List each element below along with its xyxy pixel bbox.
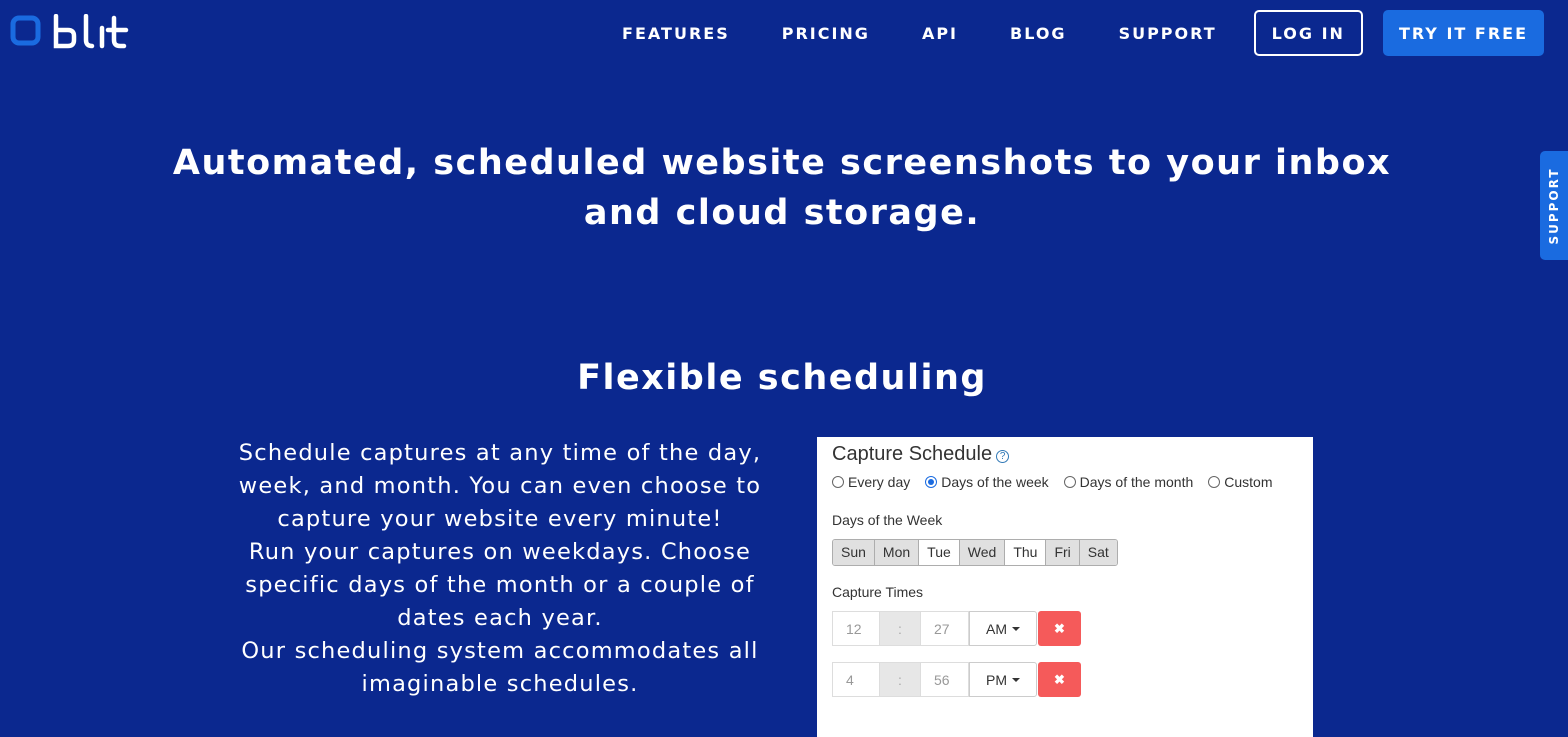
day-toggle-wed[interactable]: Wed bbox=[959, 540, 1006, 565]
login-button[interactable]: LOG IN bbox=[1253, 10, 1363, 56]
hour-input[interactable]: 4 bbox=[832, 662, 880, 697]
am-pm-dropdown[interactable]: AM bbox=[969, 611, 1037, 646]
capture-time-row: 4 : 56 PM ✖ bbox=[832, 662, 1081, 697]
days-of-week-toggle-group: Sun Mon Tue Wed Thu Fri Sat bbox=[832, 539, 1118, 566]
minute-input[interactable]: 27 bbox=[920, 611, 969, 646]
capture-times-label: Capture Times bbox=[832, 584, 924, 600]
radio-button[interactable] bbox=[1063, 476, 1076, 488]
nav-api-link[interactable]: API bbox=[922, 24, 958, 43]
hour-input[interactable]: 12 bbox=[832, 611, 880, 646]
radio-every-day[interactable]: Every day bbox=[832, 474, 910, 490]
hero-line-1: Automated, scheduled website screenshots… bbox=[172, 143, 1392, 183]
capture-schedule-title: Capture Schedule ? bbox=[832, 443, 1010, 466]
help-icon[interactable]: ? bbox=[996, 449, 1010, 463]
capture-schedule-title-text: Capture Schedule bbox=[832, 443, 993, 465]
radio-button[interactable] bbox=[832, 476, 844, 488]
am-pm-value: PM bbox=[986, 671, 1007, 688]
main-nav: FEATURES PRICING API BLOG SUPPORT LOG IN… bbox=[596, 10, 1544, 56]
minute-input[interactable]: 56 bbox=[920, 662, 969, 697]
day-toggle-sun[interactable]: Sun bbox=[833, 540, 875, 565]
description-paragraph: Schedule captures at any time of the day… bbox=[238, 440, 762, 532]
delete-time-button[interactable]: ✖ bbox=[1038, 662, 1081, 697]
delete-time-button[interactable]: ✖ bbox=[1038, 611, 1081, 646]
radio-button-checked[interactable] bbox=[925, 476, 938, 488]
hero-line-2: and cloud storage. bbox=[583, 193, 981, 233]
days-of-week-label: Days of the Week bbox=[832, 512, 943, 528]
capture-time-row: 12 : 27 AM ✖ bbox=[832, 611, 1081, 646]
day-toggle-thu[interactable]: Thu bbox=[1005, 540, 1047, 565]
section-description: Schedule captures at any time of the day… bbox=[224, 437, 776, 701]
time-separator: : bbox=[880, 662, 920, 697]
day-toggle-mon[interactable]: Mon bbox=[874, 540, 920, 565]
section-title: Flexible scheduling bbox=[577, 358, 987, 398]
radio-label: Every day bbox=[848, 474, 911, 490]
nav-support-link[interactable]: SUPPORT bbox=[1119, 24, 1217, 43]
am-pm-dropdown[interactable]: PM bbox=[969, 662, 1037, 697]
day-toggle-sat[interactable]: Sat bbox=[1079, 540, 1117, 565]
time-separator: : bbox=[880, 611, 920, 646]
blit-logo[interactable] bbox=[10, 14, 140, 54]
day-toggle-fri[interactable]: Fri bbox=[1046, 540, 1080, 565]
radio-custom[interactable]: Custom bbox=[1208, 474, 1273, 490]
description-paragraph: Our scheduling system accommodates all i… bbox=[241, 638, 759, 697]
nav-pricing-link[interactable]: PRICING bbox=[782, 24, 870, 43]
caret-down-icon bbox=[1012, 677, 1020, 682]
capture-schedule-panel: Capture Schedule ? Every day Days of the… bbox=[817, 437, 1313, 737]
hero-heading: Automated, scheduled website screenshots… bbox=[0, 138, 1564, 238]
description-paragraph: Run your captures on weekdays. Choose sp… bbox=[245, 539, 755, 631]
day-toggle-tue[interactable]: Tue bbox=[919, 540, 960, 565]
am-pm-value: AM bbox=[986, 620, 1007, 637]
schedule-type-radio-group: Every day Days of the week Days of the m… bbox=[832, 474, 1288, 490]
radio-days-of-week[interactable]: Days of the week bbox=[925, 474, 1049, 490]
nav-features-link[interactable]: FEATURES bbox=[622, 24, 730, 43]
radio-label: Days of the month bbox=[1079, 474, 1194, 490]
radio-days-of-month[interactable]: Days of the month bbox=[1063, 474, 1194, 490]
radio-label: Days of the week bbox=[941, 474, 1049, 490]
nav-blog-link[interactable]: BLOG bbox=[1010, 24, 1067, 43]
try-free-button[interactable]: TRY IT FREE bbox=[1382, 10, 1544, 56]
radio-label: Custom bbox=[1224, 474, 1273, 490]
radio-button[interactable] bbox=[1208, 476, 1221, 488]
caret-down-icon bbox=[1012, 626, 1020, 631]
